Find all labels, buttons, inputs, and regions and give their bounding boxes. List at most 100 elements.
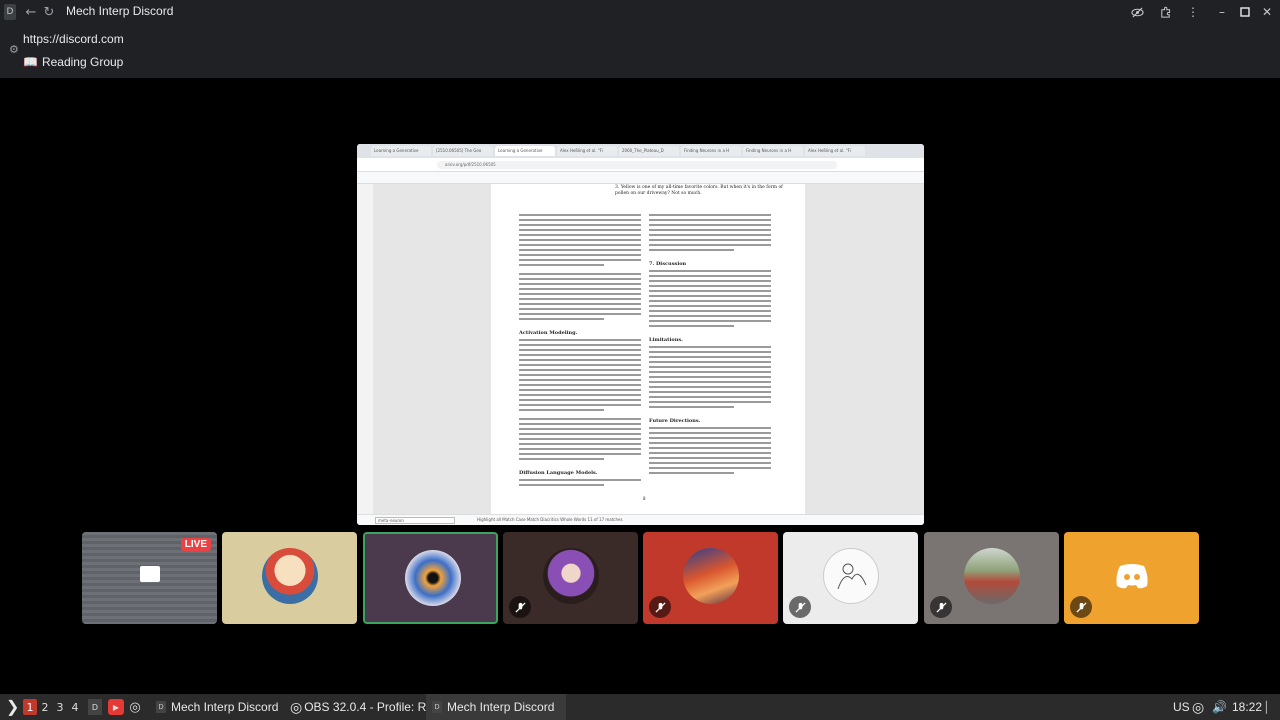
stream-tab: Learning a Generative — [495, 146, 555, 156]
pdf-text-line — [649, 371, 771, 373]
url-text[interactable]: https://discord.com — [23, 32, 124, 46]
pdf-text-line — [649, 467, 771, 469]
pdf-text-line — [519, 339, 641, 341]
taskbar-item-discord[interactable]: D Mech Interp Discord — [156, 694, 278, 720]
site-settings-icon[interactable]: ⚙ — [9, 43, 19, 56]
pdf-text-line — [649, 239, 771, 241]
page-number: 8 — [643, 496, 646, 501]
taskbar-item-label: OBS 32.0.4 - Profile: R... — [304, 700, 437, 714]
tile-participant[interactable] — [924, 532, 1059, 624]
tile-participant[interactable] — [643, 532, 778, 624]
stream-tab: [2510.06505] The Geo — [433, 146, 493, 156]
workspace-4[interactable]: 4 — [68, 699, 82, 715]
pdf-text-line — [519, 484, 605, 486]
discord-app-icon[interactable]: D — [88, 699, 102, 715]
taskbar-item-obs[interactable]: ◎ OBS 32.0.4 - Profile: R... — [290, 694, 436, 720]
pdf-text-line — [519, 318, 605, 320]
maximize-icon[interactable] — [1236, 3, 1254, 21]
volume-icon[interactable]: 🔊 — [1212, 694, 1227, 720]
pdf-text-line — [649, 295, 771, 297]
tile-participant[interactable] — [783, 532, 918, 624]
close-icon[interactable]: ✕ — [1258, 3, 1276, 21]
anime-avatar-icon — [543, 548, 599, 604]
start-menu-icon[interactable]: ❯ — [6, 694, 19, 720]
muted-mic-icon — [509, 596, 531, 618]
pdf-text-line — [649, 361, 771, 363]
taskbar-item-discord-active[interactable]: D Mech Interp Discord — [426, 694, 567, 720]
swirl-avatar-icon — [405, 550, 461, 606]
pdf-text-line — [649, 244, 771, 246]
sunset-avatar-icon — [683, 548, 739, 604]
pdf-heading: Activation Modeling. — [519, 330, 578, 336]
pdf-text-line — [519, 278, 641, 280]
muted-mic-icon — [1070, 596, 1092, 618]
tile-participant-speaking[interactable] — [363, 532, 498, 624]
tile-screen-share[interactable]: LIVE — [82, 532, 217, 624]
pdf-text-line — [649, 437, 771, 439]
pdf-text-line — [519, 359, 641, 361]
pdf-text-line — [519, 428, 641, 430]
stream-tab: 2060_The_Plateau_D — [619, 146, 679, 156]
workspace-3[interactable]: 3 — [53, 699, 67, 715]
pdf-text-line — [649, 396, 771, 398]
pdf-text-line — [519, 308, 641, 310]
pdf-text-line — [519, 404, 641, 406]
back-icon[interactable]: ← — [22, 3, 40, 21]
pdf-text-line — [649, 356, 771, 358]
live-badge: LIVE — [180, 538, 211, 551]
menu-dots-icon[interactable]: ⋮ — [1184, 3, 1202, 21]
pdf-text-line — [519, 443, 641, 445]
pdf-text-line — [519, 214, 641, 216]
pdf-text-line — [519, 293, 641, 295]
pdf-text-line — [519, 453, 641, 455]
pdf-heading: Diffusion Language Models. — [519, 470, 598, 476]
pdf-text-line — [519, 479, 641, 481]
screen-share-stream[interactable]: Learning a Generative [2510.06505] The Ge… — [357, 144, 924, 525]
eye-off-icon[interactable] — [1128, 3, 1146, 21]
pdf-text-line — [519, 303, 641, 305]
pdf-heading: 7. Discussion — [649, 261, 687, 267]
tile-participant[interactable] — [222, 532, 357, 624]
pdf-text-line — [519, 224, 641, 226]
book-icon: 📖 — [23, 55, 38, 69]
muted-mic-icon — [789, 596, 811, 618]
minimize-icon[interactable]: – — [1213, 3, 1231, 21]
workspace-1[interactable]: 1 — [23, 699, 37, 715]
tile-participant[interactable] — [1064, 532, 1199, 624]
pdf-text-line — [519, 458, 605, 460]
pdf-text-line — [519, 349, 641, 351]
pdf-text-line — [649, 442, 771, 444]
pdf-text-line — [519, 313, 641, 315]
extensions-icon[interactable] — [1156, 3, 1174, 21]
taskbar: ❯ 1 2 3 4 D ▶ ◎ D Mech Interp Discord ◎ … — [0, 694, 1280, 720]
pdf-text-line — [649, 401, 771, 403]
pdf-text-line — [649, 427, 771, 429]
pdf-text-line — [649, 229, 771, 231]
show-desktop-icon[interactable]: ▏ — [1266, 694, 1274, 720]
pdf-text-line — [519, 438, 641, 440]
monitor-icon — [140, 566, 160, 582]
stream-tab: Learning a Generative — [371, 146, 431, 156]
keyboard-layout[interactable]: US — [1173, 694, 1190, 720]
pdf-text-line — [649, 351, 771, 353]
obs-tray-icon[interactable]: ◎ — [1192, 694, 1204, 720]
pdf-text-line — [649, 249, 735, 251]
stream-pdf-page: 3. Yellow is one of my all-time favorite… — [491, 184, 805, 514]
pdf-text-line — [649, 270, 771, 272]
channel-label: 📖 Reading Group — [23, 55, 123, 69]
sketch-avatar-icon — [823, 548, 879, 604]
pdf-text-line — [519, 418, 641, 420]
tile-participant[interactable] — [503, 532, 638, 624]
workspace-2[interactable]: 2 — [38, 699, 52, 715]
pdf-text-line — [519, 389, 641, 391]
pdf-text-line — [649, 447, 771, 449]
pdf-text-line — [519, 364, 641, 366]
pdf-text-line — [519, 369, 641, 371]
reload-icon[interactable]: ↻ — [40, 3, 58, 21]
pdf-text-line — [519, 354, 641, 356]
stream-pdf-sidebar — [357, 184, 373, 514]
stream-tab: Finding Neurons in a H — [743, 146, 803, 156]
youtube-icon[interactable]: ▶ — [108, 699, 124, 715]
obs-icon[interactable]: ◎ — [128, 699, 142, 715]
clock: 18:22 — [1232, 700, 1263, 714]
